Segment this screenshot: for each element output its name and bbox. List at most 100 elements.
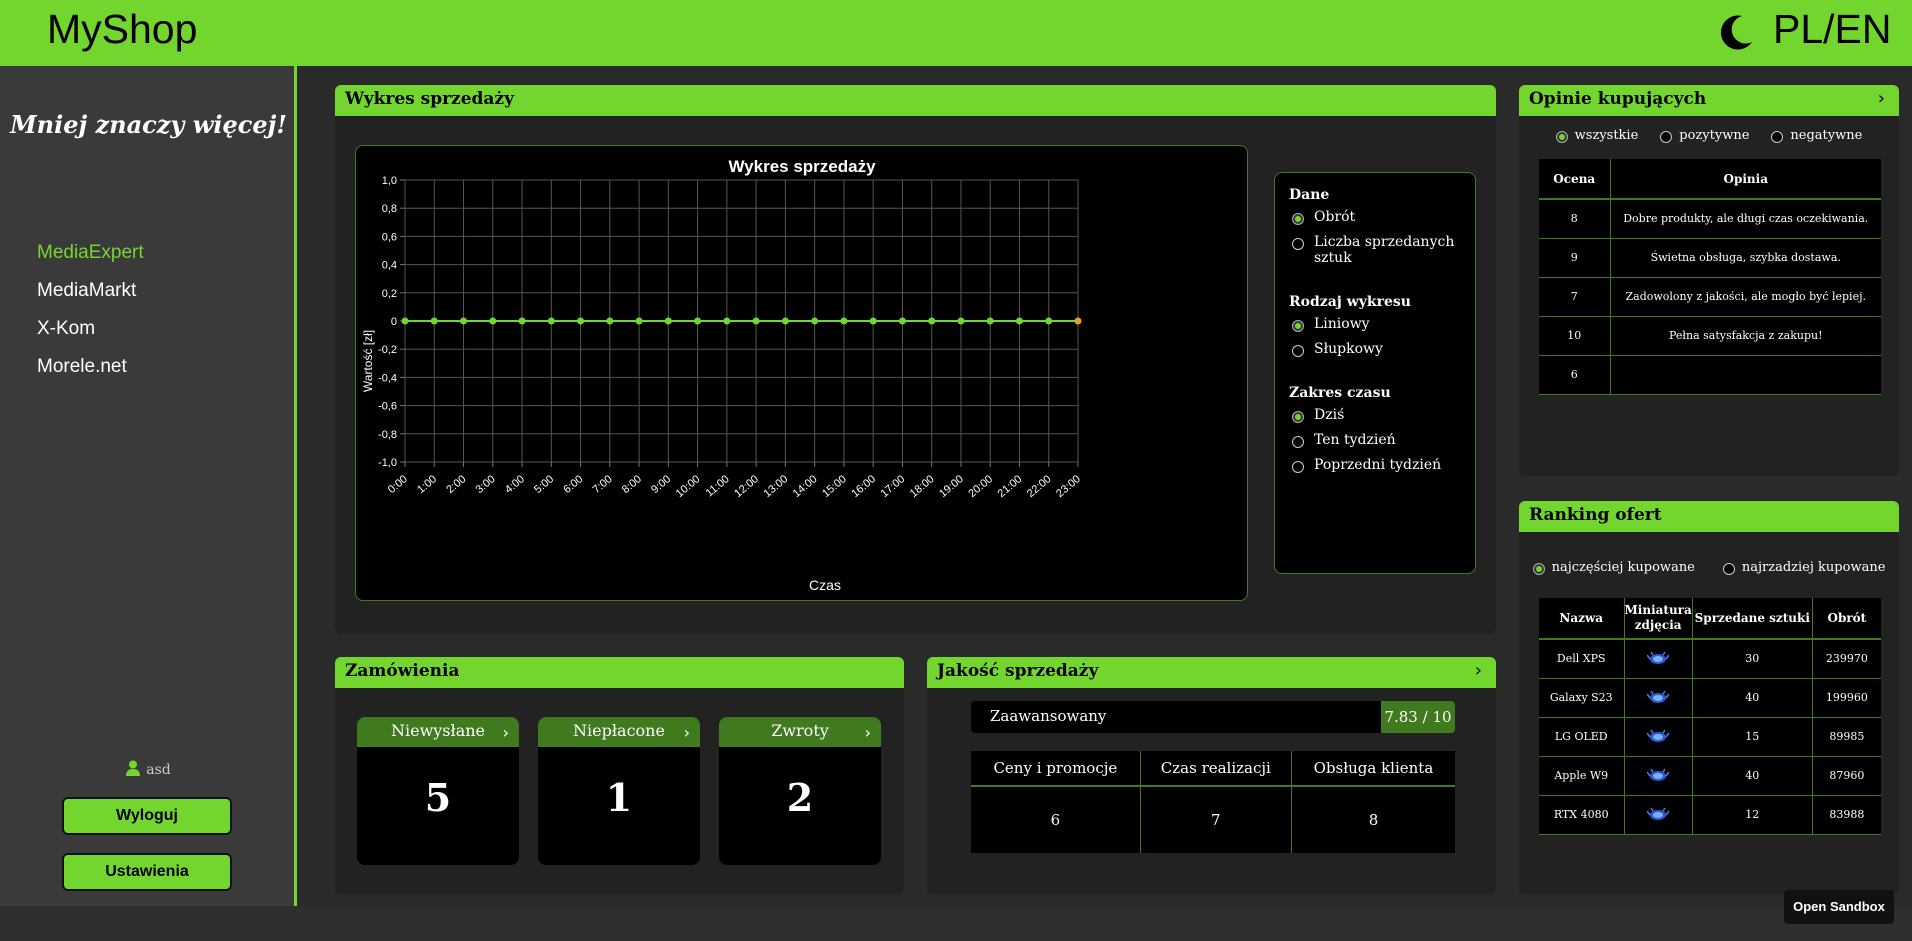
settings-button[interactable]: Ustawienia [62,853,232,891]
chevron-right-icon[interactable]: › [865,719,871,747]
quality-value-service: 8 [1368,811,1379,829]
data-point [957,317,965,325]
product-revenue: 87960 [1812,756,1881,796]
product-sold: 40 [1692,756,1813,796]
table-row[interactable]: Apple W9 40 87960 [1539,756,1881,796]
data-point [811,317,819,325]
x-tick-label: 3:00 [474,473,498,496]
order-card-label: Zwroty [771,721,829,740]
radio-icon[interactable] [1292,436,1304,448]
product-revenue: 239970 [1812,639,1881,679]
chevron-right-icon[interactable]: › [1878,88,1885,109]
data-point [869,317,877,325]
moon-icon[interactable] [1716,12,1756,52]
table-row[interactable]: RTX 4080 12 83988 [1539,795,1881,835]
radio-selected-icon[interactable] [1555,131,1568,143]
logout-button[interactable]: Wyloguj [62,797,232,835]
table-row[interactable]: Galaxy S23 40 199960 [1539,678,1881,718]
option-label: Obrót [1314,209,1356,225]
filter-positive[interactable]: pozytywne [1660,128,1749,143]
radio-selected-icon[interactable] [1292,411,1304,423]
opinions-header[interactable]: Opinie kupujących › [1519,85,1899,116]
option-bar[interactable]: Słupkowy [1289,341,1461,357]
radio-icon[interactable] [1292,461,1304,473]
filter-label: wszystkie [1574,128,1639,143]
x-tick-label: 20:00 [966,473,995,500]
option-revenue[interactable]: Obrót [1289,209,1461,225]
product-name: RTX 4080 [1539,795,1625,835]
option-line[interactable]: Liniowy [1289,316,1461,332]
shop-item-morele[interactable]: Morele.net [37,356,144,394]
order-card-returns[interactable]: Zwroty › 2 [719,717,881,865]
buyer-opinions-panel: Opinie kupujących › wszystkie pozytywne n… [1519,85,1899,476]
chevron-right-icon[interactable]: › [1475,660,1482,681]
shop-item-mediaexpert[interactable]: MediaExpert [37,242,144,280]
option-units-sold[interactable]: Liczba sprzedanych sztuk [1289,234,1461,266]
shop-list: MediaExpert MediaMarkt X-Kom Morele.net [37,242,144,394]
quality-table: Ceny i promocje Czas realizacji Obsługa … [971,751,1455,853]
brand-logo[interactable]: MyShop [47,6,197,53]
order-card-header[interactable]: Zwroty › [719,717,881,747]
radio-selected-icon[interactable] [1292,320,1304,332]
product-thumbnail [1624,639,1693,679]
data-point [518,317,526,325]
sidebar: Mniej znaczy więcej! MediaExpert MediaMa… [0,66,297,906]
shop-item-mediamarkt[interactable]: MediaMarkt [37,280,144,318]
quality-score: 7.83 / 10 [1381,701,1455,733]
shop-item-x-kom[interactable]: X-Kom [37,318,144,356]
product-revenue: 83988 [1812,795,1881,835]
radio-selected-icon[interactable] [1532,563,1545,575]
radio-icon[interactable] [1292,238,1304,250]
radio-icon[interactable] [1722,563,1735,575]
x-tick-label: 2:00 [444,473,468,496]
open-sandbox-button[interactable]: Open Sandbox [1784,890,1894,924]
opinion-text: Świetna obsługa, szybka dostawa. [1610,238,1881,278]
radio-icon[interactable] [1292,345,1304,357]
quality-col-service: Obsługa klienta [1291,751,1455,787]
x-tick-label: 22:00 [1025,473,1054,500]
chevron-right-icon[interactable]: › [684,719,690,747]
quality-value-prices: 6 [971,786,1141,853]
filter-label: najczęściej kupowane [1551,560,1695,575]
option-this-week[interactable]: Ten tydzień [1289,432,1461,448]
product-sold: 12 [1692,795,1813,835]
sales-quality-panel: Jakość sprzedaży › Zaawansowany 7.83 / 10… [927,657,1496,894]
data-point [898,317,906,325]
radio-selected-icon[interactable] [1292,213,1304,225]
option-last-week[interactable]: Poprzedni tydzień [1289,457,1461,473]
filter-all[interactable]: wszystkie [1555,128,1639,143]
product-thumbnail [1624,717,1693,757]
col-sold: Sprzedane sztuki [1692,598,1813,640]
order-card-header[interactable]: Niepłacone › [538,717,700,747]
table-row[interactable]: Dell XPS 30 239970 [1539,639,1881,679]
offer-ranking-panel: Ranking ofert najczęściej kupowane najrz… [1519,501,1899,894]
orders-panel: Zamówienia Niewysłane › 5 Niepłacone › 1 Z… [335,657,904,894]
time-range-title: Zakres czasu [1289,385,1391,401]
option-today[interactable]: Dziś [1289,407,1461,423]
sales-chart: Wykres sprzedaży 1,0 0,8 0,6 0,4 0,2 0 -0,2 -0,… [355,145,1248,601]
x-axis-label: Czas [809,577,841,593]
order-card-unpaid[interactable]: Niepłacone › 1 [538,717,700,865]
motto: Mniej znaczy więcej! [10,110,287,139]
data-point [489,317,497,325]
x-tick-label: 10:00 [674,473,703,500]
chart-title: Wykres sprzedaży [728,157,876,176]
order-card-unshipped[interactable]: Niewysłane › 5 [357,717,519,865]
radio-icon[interactable] [1660,131,1673,143]
filter-least-bought[interactable]: najrzadziej kupowane [1722,560,1885,575]
quality-col-prices: Ceny i promocje [971,751,1141,787]
language-switch[interactable]: PL/EN [1773,6,1892,53]
opinion-score: 7 [1539,277,1611,317]
filter-negative[interactable]: negatywne [1771,128,1862,143]
order-card-header[interactable]: Niewysłane › [357,717,519,747]
radio-icon[interactable] [1771,131,1784,143]
chevron-right-icon[interactable]: › [503,719,509,747]
product-thumbnail [1624,795,1693,835]
order-card-value: 5 [424,775,452,820]
x-tick-label: 5:00 [532,473,556,496]
table-row[interactable]: LG OLED 15 89985 [1539,717,1881,757]
filter-label: pozytywne [1679,128,1750,143]
product-name: Apple W9 [1539,756,1625,796]
quality-header[interactable]: Jakość sprzedaży › [927,657,1496,688]
filter-most-bought[interactable]: najczęściej kupowane [1532,560,1695,575]
